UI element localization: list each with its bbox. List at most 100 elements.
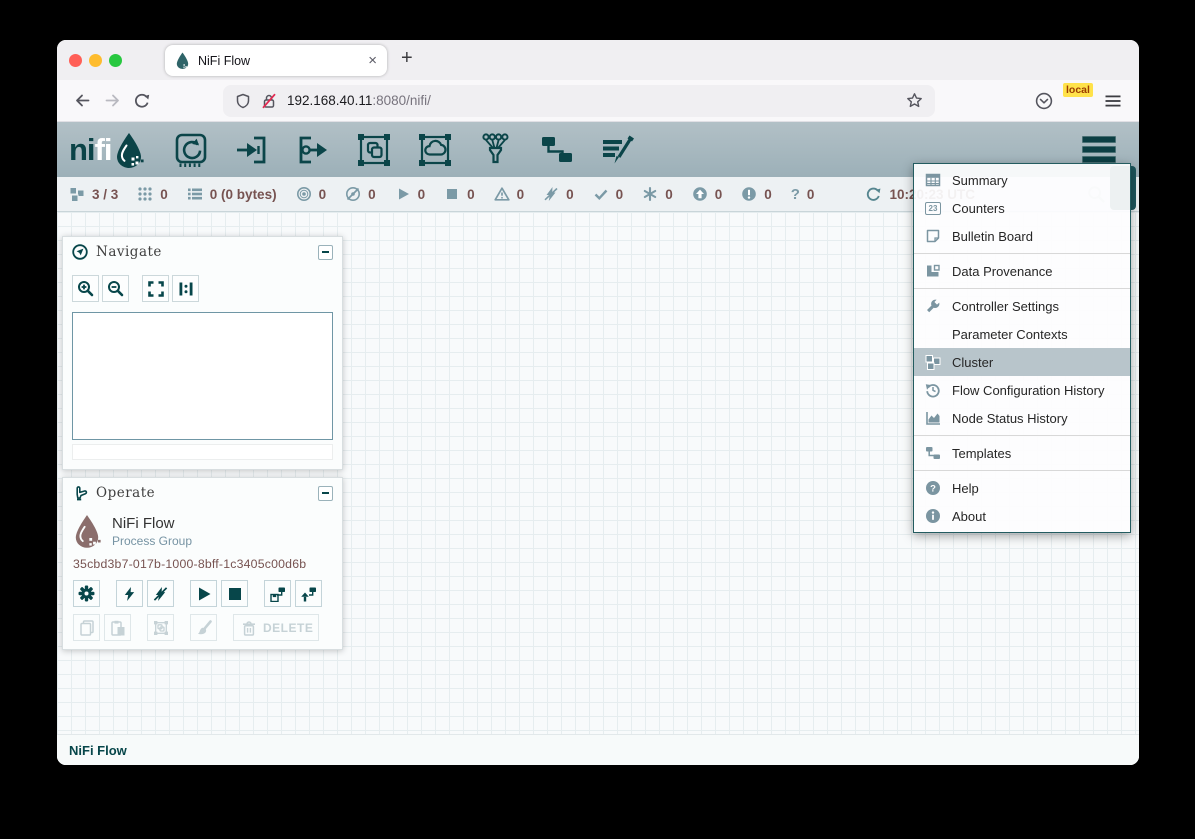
disable-button[interactable] [147, 580, 174, 607]
delete-button[interactable]: DELETE [233, 614, 319, 641]
remote-process-group-icon[interactable] [416, 131, 454, 169]
menu-separator [914, 288, 1130, 289]
global-menu-button[interactable] [1079, 133, 1119, 166]
back-button[interactable] [67, 86, 97, 116]
zoom-out-button[interactable] [102, 275, 129, 302]
group-button[interactable] [147, 614, 174, 641]
menu-item-flow-configuration-history[interactable]: Flow Configuration History [914, 376, 1130, 404]
stopped-status: 0 [444, 186, 475, 202]
profile-avatar[interactable]: local [1067, 89, 1091, 113]
menu-item-help[interactable]: ?Help [914, 474, 1130, 502]
start-button[interactable] [190, 580, 217, 607]
disabled-icon [543, 186, 559, 202]
summary-icon [924, 172, 942, 188]
transmitting-status: 0 [296, 186, 327, 202]
reload-button[interactable] [127, 86, 157, 116]
insecure-lock-icon[interactable] [261, 93, 277, 109]
menu-item-controller-settings[interactable]: Controller Settings [914, 292, 1130, 320]
sync-failure-status: ?0 [791, 187, 815, 202]
bookmark-star-icon[interactable] [906, 92, 923, 109]
operate-collapse-button[interactable] [318, 486, 333, 501]
configuration-button[interactable] [73, 580, 100, 607]
running-icon [395, 186, 411, 202]
upload-template-button[interactable] [295, 580, 322, 607]
processor-icon[interactable] [172, 131, 210, 169]
browser-menu-icon[interactable] [1105, 94, 1121, 108]
cluster-status: 3 / 3 [69, 186, 118, 202]
browser-toolbar: 192.168.40.11:8080/nifi/ local [57, 80, 1139, 122]
copy-button[interactable] [73, 614, 100, 641]
selected-component: NiFi Flow Process Group [63, 508, 342, 548]
template-icon[interactable] [538, 131, 576, 169]
stop-button[interactable] [221, 580, 248, 607]
locally-modified-icon [642, 186, 658, 202]
operate-panel: Operate NiFi Flow Process Group 35cbd3b7… [62, 477, 343, 650]
menu-item-data-provenance[interactable]: Data Provenance [914, 257, 1130, 285]
nifi-logo: nifi [69, 132, 144, 168]
tab-bar: NiFi Flow × + [57, 40, 1139, 80]
disabled-status: 0 [543, 186, 574, 202]
create-template-button[interactable] [264, 580, 291, 607]
menu-item-node-status-history[interactable]: Node Status History [914, 404, 1130, 432]
close-window-button[interactable] [69, 54, 82, 67]
zoom-actual-size-button[interactable] [172, 275, 199, 302]
transmitting-icon [296, 186, 312, 202]
pocket-icon[interactable] [1035, 92, 1053, 110]
selection-id: 35cbd3b7-017b-1000-8bff-1c3405c00d6b [63, 548, 342, 571]
process-group-icon[interactable] [355, 131, 393, 169]
queued-status: 0 (0 bytes) [187, 186, 277, 202]
breadcrumb-root[interactable]: NiFi Flow [69, 743, 127, 758]
input-port-icon[interactable] [233, 131, 271, 169]
funnel-icon[interactable] [477, 131, 515, 169]
navigate-panel-header: Navigate [63, 237, 342, 267]
navigate-collapse-button[interactable] [318, 245, 333, 260]
menu-separator [914, 253, 1130, 254]
breadcrumb: NiFi Flow [57, 734, 1139, 765]
favicon-nifi-drop-icon [175, 52, 190, 69]
browser-tab[interactable]: NiFi Flow × [165, 45, 387, 76]
node-status-history-icon [924, 410, 942, 426]
bulletin-board-icon [924, 228, 942, 244]
menu-item-counters[interactable]: 23Counters [914, 194, 1130, 222]
zoom-fit-button[interactable] [142, 275, 169, 302]
birdseye-view[interactable] [72, 312, 333, 440]
nifi-app: nifi 3 / 3 [57, 122, 1139, 765]
color-button[interactable] [190, 614, 217, 641]
forward-button[interactable] [97, 86, 127, 116]
maximize-window-button[interactable] [109, 54, 122, 67]
nifi-drop-icon [114, 132, 144, 168]
menu-item-about[interactable]: About [914, 502, 1130, 530]
menu-item-parameter-contexts[interactable]: Parameter Contexts [914, 320, 1130, 348]
url-host: 192.168.40.11 [287, 93, 372, 108]
delete-label: DELETE [263, 621, 313, 635]
menu-separator [914, 435, 1130, 436]
refresh-icon[interactable] [866, 187, 881, 202]
data-provenance-icon [924, 263, 942, 279]
output-port-icon[interactable] [294, 131, 332, 169]
up-to-date-status: 0 [593, 186, 624, 202]
compass-icon [72, 244, 88, 260]
enable-button[interactable] [116, 580, 143, 607]
not-transmitting-status: 0 [345, 186, 376, 202]
menu-item-templates[interactable]: Templates [914, 439, 1130, 467]
navigate-controls [63, 267, 342, 302]
invalid-icon [494, 186, 510, 202]
menu-item-summary[interactable]: Summary [914, 166, 1130, 194]
running-status: 0 [395, 186, 426, 202]
tab-close-icon[interactable]: × [368, 53, 377, 68]
help-icon: ? [924, 480, 942, 496]
url-bar[interactable]: 192.168.40.11:8080/nifi/ [223, 85, 935, 117]
menu-item-bulletin-board[interactable]: Bulletin Board [914, 222, 1130, 250]
operate-actions-row-1 [63, 571, 342, 607]
zoom-in-button[interactable] [72, 275, 99, 302]
up-to-date-icon [593, 186, 609, 202]
menu-item-cluster[interactable]: Cluster [914, 348, 1130, 376]
minimize-window-button[interactable] [89, 54, 102, 67]
shield-icon[interactable] [235, 93, 251, 109]
flow-configuration-history-icon [924, 382, 942, 398]
label-icon[interactable] [599, 131, 637, 169]
birdseye-footer [72, 444, 333, 460]
new-tab-button[interactable]: + [401, 47, 413, 70]
locally-modified-status: 0 [642, 186, 673, 202]
paste-button[interactable] [104, 614, 131, 641]
